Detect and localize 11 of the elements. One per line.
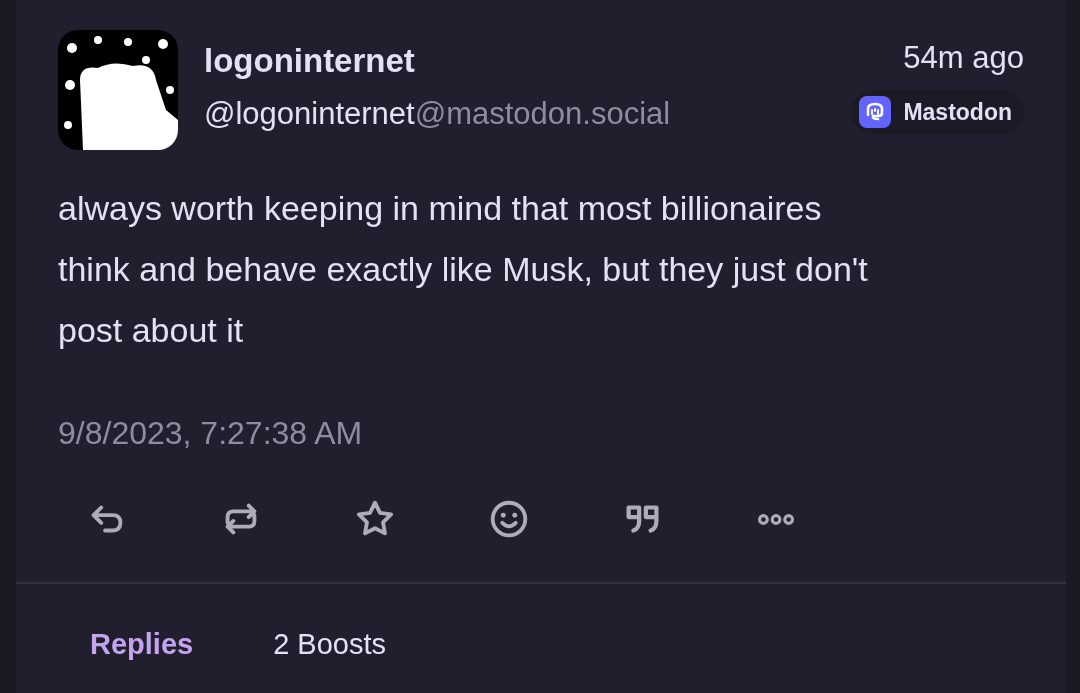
tab[interactable]: Replies (70, 624, 214, 665)
post-text: always worth keeping in mind that most billionaires think and behave exactly like Musk, but they just don't post about it (58, 188, 869, 351)
more-icon (758, 513, 796, 525)
platform-badge: Mastodon (851, 90, 1024, 134)
post-time: 54m ago (903, 40, 1024, 76)
mastodon-logo-icon (859, 96, 892, 128)
instance-domain: @mastodon.social (414, 96, 671, 131)
user-handle: @logoninternet (204, 96, 415, 131)
display-name[interactable]: logoninternet (204, 42, 852, 80)
post-timestamp: 9/8/2023, 7:27:38 AM (58, 415, 364, 452)
tab[interactable]: 2 Boosts (253, 624, 406, 665)
